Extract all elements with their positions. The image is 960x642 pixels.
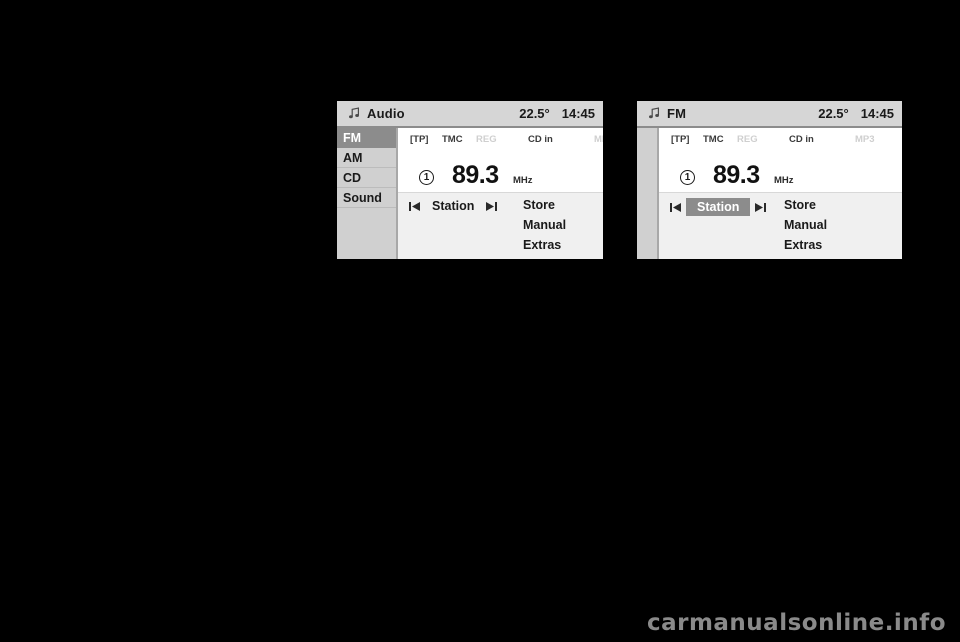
status-mp3: MP3 — [594, 133, 603, 145]
music-note-icon — [343, 107, 365, 120]
station-selector: Station — [667, 198, 769, 216]
temperature-readout: 22.5° — [519, 106, 550, 121]
menu-item-store[interactable]: Store — [784, 197, 827, 213]
clock-readout: 14:45 — [561, 106, 595, 121]
sidebar-empty-area — [337, 208, 396, 259]
skip-next-icon[interactable] — [483, 198, 500, 214]
status-cd-in: CD in — [789, 133, 814, 145]
frequency-value: 89.3 — [452, 161, 499, 189]
source-menu-sidebar-collapsed — [637, 128, 659, 259]
titlebar-audio: Audio 22.5° 14:45 — [337, 101, 603, 128]
function-menu: Store Manual Extras — [784, 197, 827, 253]
radio-display-audio: Audio 22.5° 14:45 FM AM CD Sound [TP] TM… — [337, 101, 603, 259]
titlebar-status: 22.5° 14:45 — [519, 106, 603, 121]
menu-item-store[interactable]: Store — [523, 197, 566, 213]
panel-content-audio: [TP] TMC REG CD in MP3 1 89.3 MHz — [398, 128, 603, 259]
frequency-unit: MHz — [774, 175, 794, 186]
status-tp: [TP] — [410, 133, 429, 145]
sidebar-item-cd[interactable]: CD — [337, 168, 396, 188]
skip-previous-icon[interactable] — [406, 198, 423, 214]
sidebar-item-label: FM — [343, 130, 362, 145]
sidebar-item-am[interactable]: AM — [337, 148, 396, 168]
frequency-display: 1 89.3 MHz — [398, 148, 603, 193]
function-menu: Store Manual Extras — [523, 197, 566, 253]
station-button-label[interactable]: Station — [686, 198, 751, 216]
sidebar-item-fm[interactable]: FM — [337, 128, 396, 148]
music-note-icon — [643, 107, 665, 120]
skip-next-icon[interactable] — [752, 199, 769, 215]
control-area: Station Store Manual Extras — [659, 193, 902, 259]
menu-item-manual[interactable]: Manual — [523, 217, 566, 233]
preset-number-badge: 1 — [419, 170, 434, 185]
control-area: Station Store Manual Extras — [398, 193, 603, 259]
station-selector: Station — [406, 198, 500, 214]
menu-item-extras[interactable]: Extras — [784, 237, 827, 253]
clock-readout: 14:45 — [860, 106, 894, 121]
status-tmc: TMC — [703, 133, 724, 145]
status-mp3: MP3 — [855, 133, 875, 145]
status-reg: REG — [476, 133, 497, 145]
status-indicator-row: [TP] TMC REG CD in MP3 — [659, 128, 902, 148]
skip-previous-icon[interactable] — [667, 199, 684, 215]
status-tp: [TP] — [671, 133, 690, 145]
panel-title: FM — [667, 106, 687, 121]
menu-item-manual[interactable]: Manual — [784, 217, 827, 233]
station-button-label[interactable]: Station — [425, 198, 481, 214]
source-menu-sidebar: FM AM CD Sound — [337, 128, 398, 259]
sidebar-item-label: AM — [343, 150, 363, 165]
radio-display-fm: FM 22.5° 14:45 [TP] TMC REG CD in MP3 1 … — [637, 101, 902, 259]
temperature-readout: 22.5° — [818, 106, 849, 121]
sidebar-item-sound[interactable]: Sound — [337, 188, 396, 208]
titlebar-status: 22.5° 14:45 — [818, 106, 902, 121]
panel-body-fm: [TP] TMC REG CD in MP3 1 89.3 MHz Statio… — [637, 128, 902, 259]
menu-item-extras[interactable]: Extras — [523, 237, 566, 253]
frequency-value: 89.3 — [713, 161, 760, 189]
status-indicator-row: [TP] TMC REG CD in MP3 — [398, 128, 603, 148]
preset-number-badge: 1 — [680, 170, 695, 185]
watermark: carmanualsonline.info — [646, 610, 946, 636]
titlebar-fm: FM 22.5° 14:45 — [637, 101, 902, 128]
sidebar-item-label: CD — [343, 170, 362, 185]
status-reg: REG — [737, 133, 758, 145]
status-cd-in: CD in — [528, 133, 553, 145]
frequency-display: 1 89.3 MHz — [659, 148, 902, 193]
panel-title: Audio — [367, 106, 405, 121]
panel-body-audio: FM AM CD Sound [TP] TMC REG CD in MP3 — [337, 128, 603, 259]
frequency-unit: MHz — [513, 175, 533, 186]
status-tmc: TMC — [442, 133, 463, 145]
panel-content-fm: [TP] TMC REG CD in MP3 1 89.3 MHz Statio… — [659, 128, 902, 259]
sidebar-item-label: Sound — [343, 190, 382, 205]
